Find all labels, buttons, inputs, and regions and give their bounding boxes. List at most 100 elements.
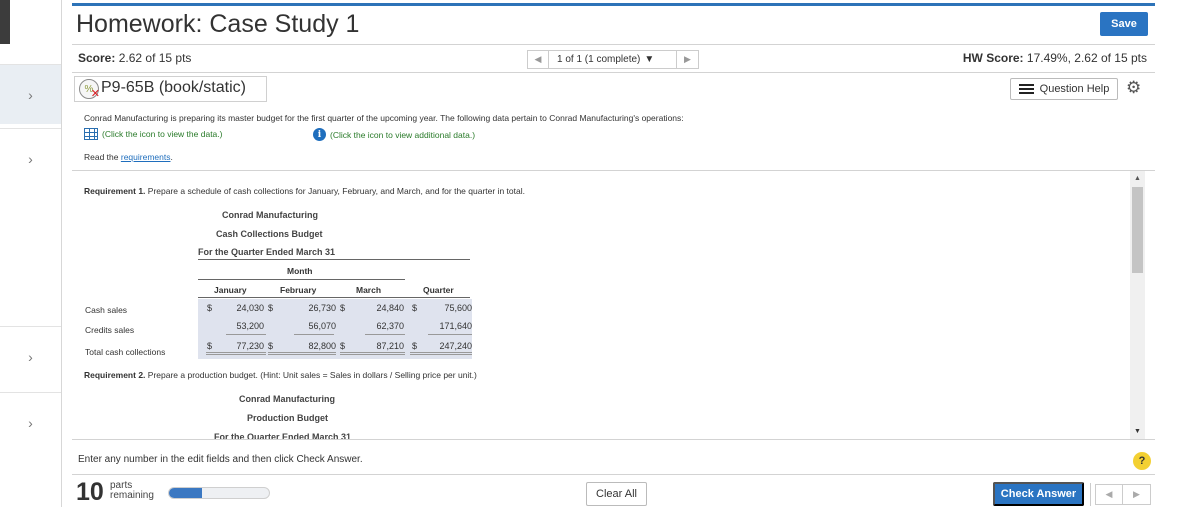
requirement-1: Requirement 1. Prepare a schedule of cas… [84,186,525,196]
score-value: 2.62 of 15 pts [118,51,192,65]
divider [72,44,1155,45]
total-double-underline [340,354,405,355]
previous-button[interactable]: ◀ [1095,484,1123,505]
header-rule [198,259,470,260]
list-icon [1018,84,1034,94]
scroll-up-icon[interactable]: ▲ [1130,171,1145,186]
subtotal-underline [294,334,334,335]
cash-sales-january-field[interactable]: 24,030 [216,303,264,313]
question-select-value: 1 of 1 (1 complete) [557,54,641,65]
view-data-link[interactable]: (Click the icon to view the data.) [84,128,222,140]
requirement-2: Requirement 2. Prepare a production budg… [84,370,477,380]
caret-down-icon: ▼ [644,54,655,65]
scroll-thumb[interactable] [1132,187,1143,273]
question-select[interactable]: 1 of 1 (1 complete) ▼ [549,50,677,69]
total-double-underline [410,354,472,355]
total-march-field[interactable]: 87,210 [350,341,404,351]
parts-remaining-label: parts remaining [110,481,154,501]
requirements-link[interactable]: requirements [121,152,171,162]
question-intro: Conrad Manufacturing is preparing its ma… [84,113,684,123]
info-icon: i [313,128,326,141]
dollar-sign: $ [412,341,418,351]
scroll-down-icon[interactable]: ▼ [1130,424,1145,439]
credit-sales-january-field[interactable]: 53,200 [216,321,264,331]
columns-rule [198,297,470,298]
dollar-sign: $ [268,303,274,313]
production-period: For the Quarter Ended March 31 [214,432,352,439]
question-help-label: Question Help [1039,83,1110,95]
rail-item-2[interactable]: › [0,128,61,188]
requirement-1-text: Prepare a schedule of cash collections f… [147,186,525,196]
rail-item-4[interactable]: › [0,392,61,452]
gear-icon[interactable]: ⚙ [1126,78,1141,98]
requirement-1-label: Requirement 1. [84,186,146,196]
score-label: Score: [78,51,116,65]
parts-progress-bar [168,487,270,499]
column-header-march: March [356,285,382,295]
total-double-underline [268,354,336,355]
help-icon[interactable]: ? [1133,452,1151,470]
previous-question-button[interactable]: ◀ [527,50,549,69]
dollar-sign: $ [268,341,274,351]
total-double-underline [340,352,405,353]
divider [72,474,1155,475]
read-requirements: Read the requirements. [84,152,173,162]
subtotal-underline [365,334,405,335]
row-label-total-collections: Total cash collections [85,347,166,357]
credit-sales-february-field[interactable]: 56,070 [280,321,336,331]
rail-item-3[interactable]: › [0,326,61,386]
cash-sales-quarter-field[interactable]: 75,600 [420,303,472,313]
requirement-2-text: Prepare a production budget. (Hint: Unit… [147,370,477,380]
subtotal-underline [428,334,472,335]
total-double-underline [206,354,266,355]
triangle-right-icon: ▶ [684,54,691,64]
triangle-left-icon: ◀ [534,54,542,64]
total-january-field[interactable]: 77,230 [216,341,264,351]
score: Score: 2.62 of 15 pts [78,51,191,65]
partial-credit-icon: % ✕ [79,79,100,100]
chevron-right-icon: › [28,150,33,167]
production-company: Conrad Manufacturing [239,394,335,404]
question-id: P9-65B (book/static) [101,79,246,96]
dollar-sign: $ [412,303,418,313]
view-additional-data-link[interactable]: i (Click the icon to view additional dat… [313,128,475,141]
save-button[interactable]: Save [1100,12,1148,36]
triangle-left-icon: ◀ [1105,489,1113,499]
top-accent-line [72,3,1155,6]
left-rail: › › › › [0,0,62,507]
column-header-february: February [280,285,317,295]
check-answer-button[interactable]: Check Answer [993,482,1084,506]
divider [1090,483,1091,506]
credit-sales-quarter-field[interactable]: 171,640 [420,321,472,331]
dollar-sign: $ [207,341,213,351]
rail-thumbnail [0,0,10,44]
view-additional-text: (Click the icon to view additional data.… [330,129,476,140]
total-double-underline [410,352,472,353]
parts-remaining-count: 10 [76,478,104,506]
row-label-cash-sales: Cash sales [85,305,128,315]
budget-company: Conrad Manufacturing [222,210,318,220]
requirement-2-label: Requirement 2. [84,370,146,380]
next-button[interactable]: ▶ [1123,484,1151,505]
total-double-underline [206,352,266,353]
month-header: Month [287,266,313,276]
chevron-right-icon: › [28,414,33,431]
read-prefix: Read the [84,152,119,162]
homework-page: › › › › Homework: Case Study 1 Save Scor… [0,0,1177,507]
chevron-right-icon: › [28,348,33,365]
credit-sales-march-field[interactable]: 62,370 [350,321,404,331]
total-february-field[interactable]: 82,800 [280,341,336,351]
cash-sales-march-field[interactable]: 24,840 [350,303,404,313]
dollar-sign: $ [340,341,346,351]
hw-score: HW Score: 17.49%, 2.62 of 15 pts [963,51,1147,65]
cash-sales-february-field[interactable]: 26,730 [280,303,336,313]
rail-item-1[interactable]: › [0,64,61,124]
question-help-button[interactable]: Question Help [1010,78,1118,100]
production-budget-name: Production Budget [247,413,328,423]
clear-all-button[interactable]: Clear All [586,482,647,506]
next-question-button[interactable]: ▶ [677,50,699,69]
view-data-text: (Click the icon to view the data.) [102,129,223,139]
progress-fill [169,488,202,498]
work-area-scrollbar[interactable]: ▲ ▼ [1130,171,1145,439]
total-quarter-field[interactable]: 247,240 [420,341,472,351]
